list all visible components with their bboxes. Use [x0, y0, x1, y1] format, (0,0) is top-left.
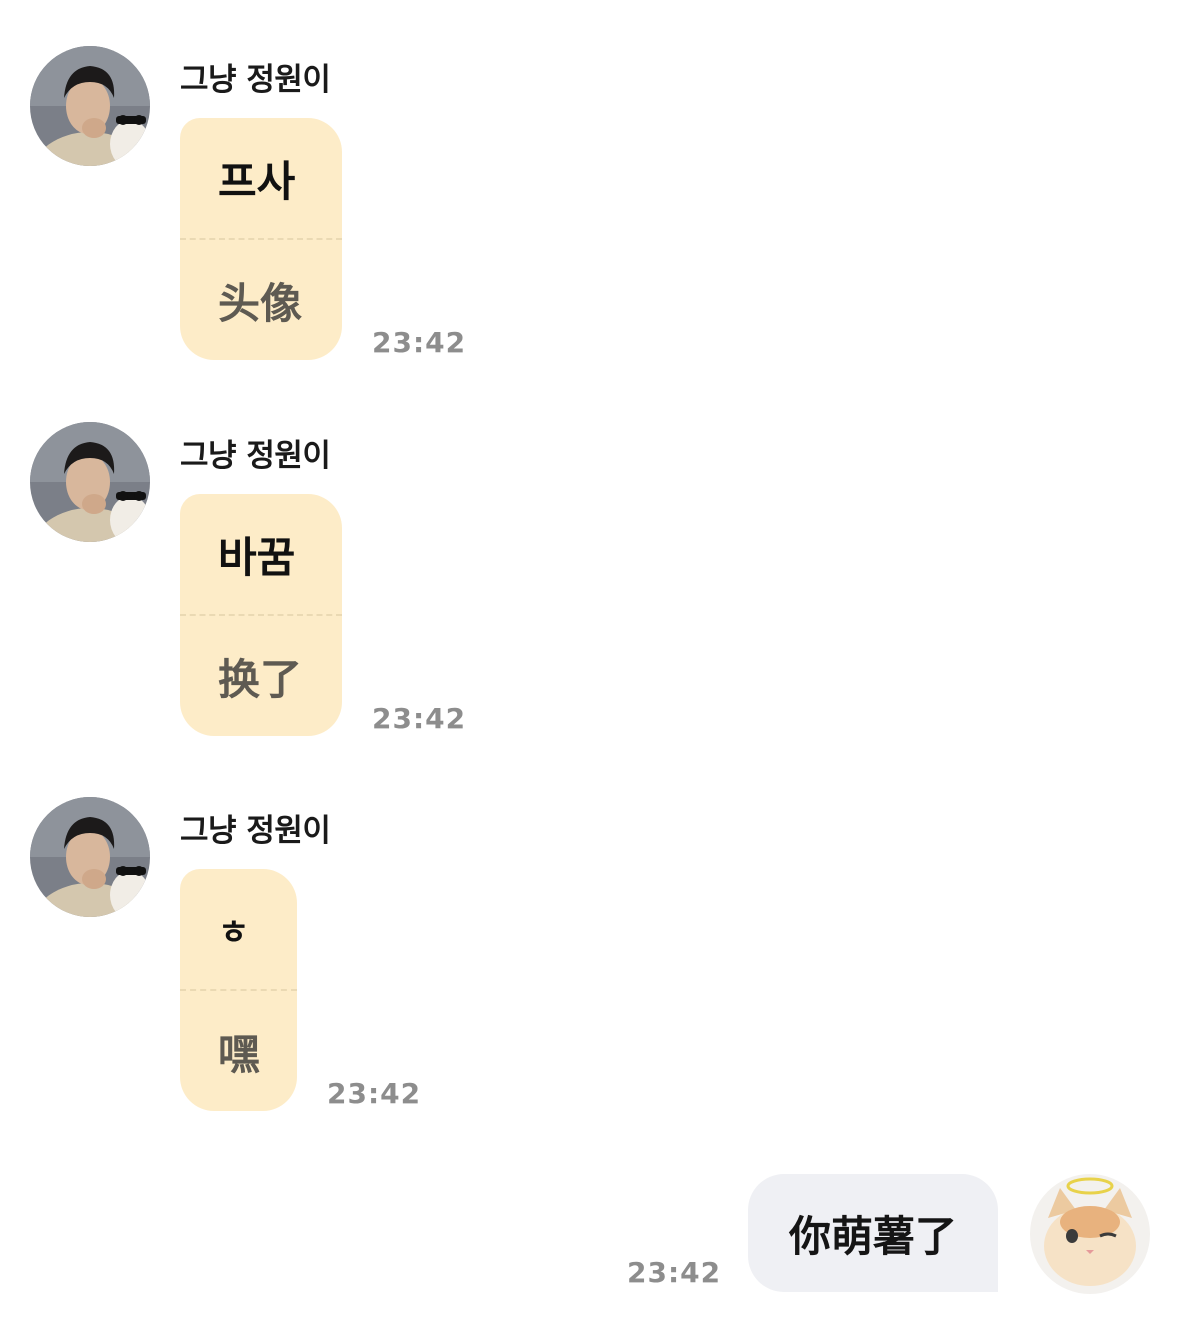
message-translation-text: 嘿 — [218, 1029, 261, 1079]
outgoing-message: 23:42 你萌薯了 — [0, 1174, 1179, 1304]
message-original-text: 바꿈 — [218, 532, 296, 582]
incoming-message: 그냥 정원이 프사 头像 23:42 — [0, 46, 1179, 366]
message-bubble[interactable]: 你萌薯了 — [748, 1174, 998, 1292]
chat-view: 그냥 정원이 프사 头像 23:42 그냥 정원이 바꿈 换了 23:42 그냥… — [0, 0, 1179, 1326]
sender-name: 그냥 정원이 — [180, 438, 331, 474]
message-timestamp: 23:42 — [372, 702, 467, 735]
message-timestamp: 23:42 — [627, 1256, 722, 1289]
message-timestamp: 23:42 — [327, 1077, 422, 1110]
message-bubble[interactable]: 바꿈 换了 — [180, 494, 342, 736]
message-translation-text: 换了 — [218, 654, 303, 704]
message-translation-text: 头像 — [218, 278, 303, 328]
person-with-cat-avatar-icon — [30, 422, 150, 542]
sender-avatar[interactable] — [30, 46, 150, 166]
message-original-text: ㅎ — [218, 912, 250, 953]
message-timestamp: 23:42 — [372, 326, 467, 359]
sender-avatar[interactable] — [30, 797, 150, 917]
message-original-text: 프사 — [218, 156, 296, 206]
person-with-cat-avatar-icon — [30, 46, 150, 166]
person-with-cat-avatar-icon — [30, 797, 150, 917]
message-bubble[interactable]: 프사 头像 — [180, 118, 342, 360]
sender-avatar[interactable] — [30, 422, 150, 542]
sender-name: 그냥 정원이 — [180, 813, 331, 849]
message-bubble[interactable]: ㅎ 嘿 — [180, 869, 297, 1111]
incoming-message: 그냥 정원이 바꿈 换了 23:42 — [0, 422, 1179, 742]
sender-name: 그냥 정원이 — [180, 62, 331, 98]
incoming-message: 그냥 정원이 ㅎ 嘿 23:42 — [0, 797, 1179, 1117]
user-avatar[interactable] — [1030, 1174, 1150, 1294]
cat-with-halo-avatar-icon — [1030, 1174, 1150, 1294]
